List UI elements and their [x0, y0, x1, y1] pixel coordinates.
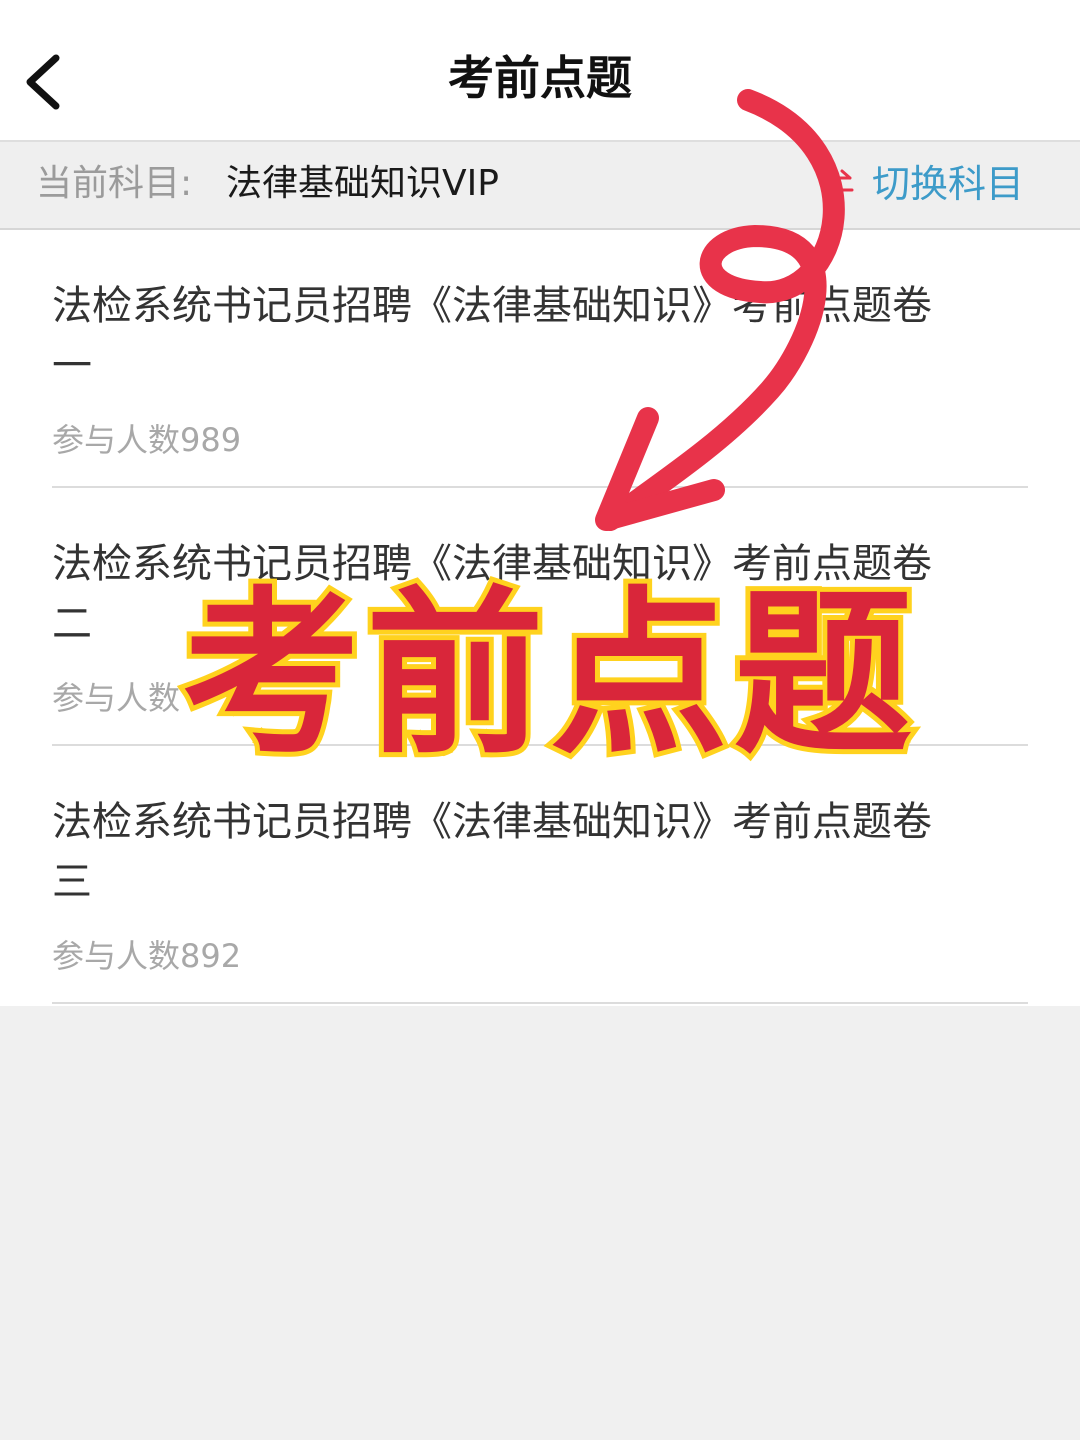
page-title: 考前点题	[448, 51, 632, 105]
exam-paper-item[interactable]: 法检系统书记员招聘《法律基础知识》考前点题卷一 参与人数989	[52, 230, 1028, 488]
exam-paper-item[interactable]: 法检系统书记员招聘《法律基础知识》考前点题卷三 参与人数892	[52, 746, 1028, 1004]
current-subject-bar: 当前科目: 法律基础知识VIP 切换科目	[0, 142, 1080, 230]
swap-arrows-icon	[822, 169, 854, 199]
exam-paper-title: 法检系统书记员招聘《法律基础知识》考前点题卷二	[52, 541, 932, 647]
current-subject-label: 当前科目:	[36, 163, 193, 204]
exam-paper-item[interactable]: 法检系统书记员招聘《法律基础知识》考前点题卷二 参与人数	[52, 488, 1028, 746]
top-navigation-bar: 考前点题	[0, 0, 1080, 142]
exam-paper-title: 法检系统书记员招聘《法律基础知识》考前点题卷三	[52, 799, 932, 905]
participant-count: 参与人数892	[52, 937, 242, 975]
current-subject-name: 法律基础知识VIP	[226, 163, 499, 204]
switch-subject-label: 切换科目	[871, 162, 1024, 206]
exam-paper-title: 法检系统书记员招聘《法律基础知识》考前点题卷一	[52, 283, 932, 389]
participant-count: 参与人数	[52, 679, 181, 717]
participant-count: 参与人数989	[52, 421, 242, 459]
exam-paper-list: 法检系统书记员招聘《法律基础知识》考前点题卷一 参与人数989 法检系统书记员招…	[0, 230, 1080, 1006]
switch-subject-button[interactable]: 切换科目	[820, 160, 1024, 208]
